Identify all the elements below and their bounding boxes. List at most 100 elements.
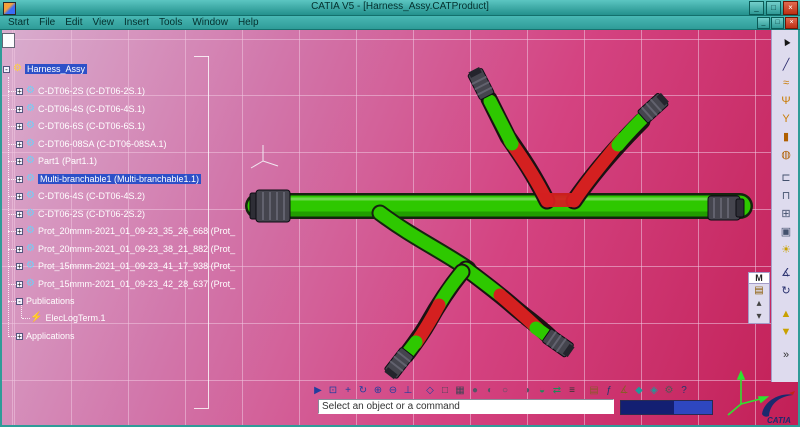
tree-expand-node[interactable]: + xyxy=(16,227,23,235)
menu-help[interactable]: Help xyxy=(233,16,264,29)
connector-upper-middle[interactable] xyxy=(467,66,495,100)
select-arrow-icon[interactable]: ▲ xyxy=(774,30,799,53)
trunk-tube[interactable] xyxy=(245,193,753,219)
tree-expand-node[interactable]: + xyxy=(16,262,23,270)
tree-expand-node[interactable]: + xyxy=(16,157,23,165)
doc-restore-button[interactable]: □ xyxy=(771,17,784,29)
catalog-icon[interactable]: ▤ xyxy=(587,383,601,398)
doc-minimize-button[interactable]: _ xyxy=(757,17,770,29)
branch-lower-main-tube[interactable] xyxy=(371,204,477,278)
tree-root[interactable]: - ⚙ Harness_Assy xyxy=(3,62,87,76)
sectioning-icon[interactable]: ◈ xyxy=(647,383,661,398)
catalog-browser-icon[interactable]: ▤ xyxy=(754,284,763,297)
floating-toolbar[interactable]: M ▤ ▴ ▾ xyxy=(748,272,770,324)
tree-item-6[interactable]: + ⚙ Multi-branchable1 (Multi-branchable1.1… xyxy=(8,172,202,186)
tree-expand-node[interactable]: + xyxy=(16,280,23,288)
settings-icon[interactable]: ⚙ xyxy=(662,383,676,398)
swap-visible-space-icon[interactable]: ⇄ xyxy=(550,383,564,398)
measure-between-icon[interactable]: ∡ xyxy=(617,383,631,398)
tree-expand-node[interactable]: + xyxy=(16,122,23,130)
sketch-line-icon[interactable]: ╱ xyxy=(776,57,796,72)
tree-expand-node[interactable]: + xyxy=(16,140,23,148)
tree-expand-node[interactable]: + xyxy=(16,332,23,340)
tree-expand-node[interactable]: + xyxy=(16,87,23,95)
multi-branchable-icon[interactable]: Ψ xyxy=(776,93,796,108)
fly-mode-icon[interactable]: ▶ xyxy=(311,383,325,398)
what-is-this-icon[interactable]: ? xyxy=(677,383,691,398)
menu-start[interactable]: Start xyxy=(3,16,34,29)
tree-eleclogterm[interactable]: ⚡ ElecLogTerm.1 xyxy=(22,311,105,325)
menu-edit[interactable]: Edit xyxy=(60,16,87,29)
tree-expand-node[interactable]: - xyxy=(3,65,10,73)
camera-view-icon[interactable]: ▣ xyxy=(776,224,796,239)
electrical-junction-icon[interactable]: ⊞ xyxy=(776,206,796,221)
fit-all-in-icon[interactable]: ⊡ xyxy=(326,383,340,398)
minimize-button[interactable]: _ xyxy=(749,1,764,15)
tree-item-10[interactable]: + ⚙ Prot_20mmm-2021_01_09-23_38_21_882 (Pr… xyxy=(8,242,235,256)
rotate-icon[interactable]: ↻ xyxy=(356,383,370,398)
bundle-segment-icon[interactable]: ≈ xyxy=(776,75,796,90)
menu-tools[interactable]: Tools xyxy=(154,16,187,29)
connector-right[interactable] xyxy=(707,195,745,221)
multi-view-icon[interactable]: ▦ xyxy=(453,383,467,398)
branch-lower-right-tube[interactable] xyxy=(457,260,559,346)
reorder-up-icon[interactable]: ▲ xyxy=(776,306,796,321)
normal-view-icon[interactable]: ⊥ xyxy=(401,383,415,398)
shaded-view-icon[interactable]: ● xyxy=(468,383,482,398)
menu-insert[interactable]: Insert xyxy=(119,16,154,29)
apply-material-icon[interactable]: ◆ xyxy=(632,383,646,398)
toolbar-overflow-icon[interactable]: » xyxy=(776,347,796,362)
zoom-in-icon[interactable]: ⊕ xyxy=(371,383,385,398)
support-device-icon[interactable]: ⊓ xyxy=(776,188,796,203)
tree-expand-node[interactable]: + xyxy=(16,192,23,200)
pan-icon[interactable]: + xyxy=(341,383,355,398)
shaded-edges-view-icon[interactable]: ◐ xyxy=(483,383,497,398)
connector-device-icon[interactable]: ⊏ xyxy=(776,170,796,185)
tree-item-11[interactable]: + ⚙ Prot_15mmm-2021_01_09-23_41_17_938 (Pr… xyxy=(8,259,235,273)
light-source-icon[interactable]: ☀ xyxy=(776,242,796,257)
menu-file[interactable]: File xyxy=(34,16,60,29)
command-input[interactable] xyxy=(318,399,614,414)
zoom-out-icon[interactable]: ⊖ xyxy=(386,383,400,398)
adaptive-tape-icon[interactable]: ◍ xyxy=(776,147,796,162)
tree-item-7[interactable]: + ⚙ C-DT06-4S (C-DT06-4S.2) xyxy=(8,189,145,203)
knowledge-formula-icon[interactable]: ƒ xyxy=(602,383,616,398)
scroll-up-icon[interactable]: ▴ xyxy=(756,297,761,310)
menu-view[interactable]: View xyxy=(87,16,119,29)
tree-item-9[interactable]: + ⚙ Prot_20mmm-2021_01_09-23_35_26_668 (Pr… xyxy=(8,224,235,238)
tree-expand-node[interactable]: - xyxy=(16,297,23,305)
render-style-icon[interactable]: ◑ xyxy=(520,383,534,398)
protective-covering-icon[interactable]: ▮ xyxy=(776,129,796,144)
tree-item-3[interactable]: + ⚙ C-DT06-6S (C-DT06-6S.1) xyxy=(8,119,145,133)
measure-item-icon[interactable]: ∡ xyxy=(776,265,796,280)
close-button[interactable]: × xyxy=(783,1,798,15)
tree-expand-node[interactable]: + xyxy=(16,105,23,113)
iso-view-icon[interactable]: ◇ xyxy=(423,383,437,398)
wireframe-view-icon[interactable]: ○ xyxy=(498,383,512,398)
tree-expand-node[interactable]: + xyxy=(16,210,23,218)
reorder-down-icon[interactable]: ▼ xyxy=(776,324,796,339)
connector-left[interactable] xyxy=(249,189,291,223)
branch-lower-left-tube[interactable] xyxy=(397,263,471,364)
hide-show-icon[interactable]: ◒ xyxy=(535,383,549,398)
tree-item-8[interactable]: + ⚙ C-DT06-2S (C-DT06-2S.2) xyxy=(8,207,145,221)
power-input-field[interactable] xyxy=(620,400,713,415)
tree-item-1[interactable]: + ⚙ C-DT06-2S (C-DT06-2S.1) xyxy=(8,84,145,98)
menu-window[interactable]: Window xyxy=(187,16,233,29)
floating-toolbar-handle[interactable]: M xyxy=(749,273,769,284)
doc-close-button[interactable]: × xyxy=(785,17,798,29)
graph-tree-icon[interactable]: ≡ xyxy=(565,383,579,398)
branch-upper-right-tube[interactable] xyxy=(565,112,651,210)
scroll-down-icon[interactable]: ▾ xyxy=(756,310,761,323)
maximize-button[interactable]: □ xyxy=(766,1,781,15)
branch-point-icon[interactable]: Y xyxy=(776,111,796,126)
tree-item-2[interactable]: + ⚙ C-DT06-4S (C-DT06-4S.1) xyxy=(8,102,145,116)
update-all-icon[interactable]: ↻ xyxy=(776,283,796,298)
tree-expand-node[interactable]: + xyxy=(16,245,23,253)
tree-item-4[interactable]: + ⚙ C-DT06-08SA (C-DT06-08SA.1) xyxy=(8,137,167,151)
tree-item-12[interactable]: + ⚙ Prot_15mmm-2021_01_09-23_42_28_637 (Pr… xyxy=(8,277,235,291)
branch-upper-middle-tube[interactable] xyxy=(480,90,556,210)
tree-applications[interactable]: + Applications xyxy=(8,329,75,343)
front-view-icon[interactable]: □ xyxy=(438,383,452,398)
tree-item-5[interactable]: + ⚙ Part1 (Part1.1) xyxy=(8,154,97,168)
